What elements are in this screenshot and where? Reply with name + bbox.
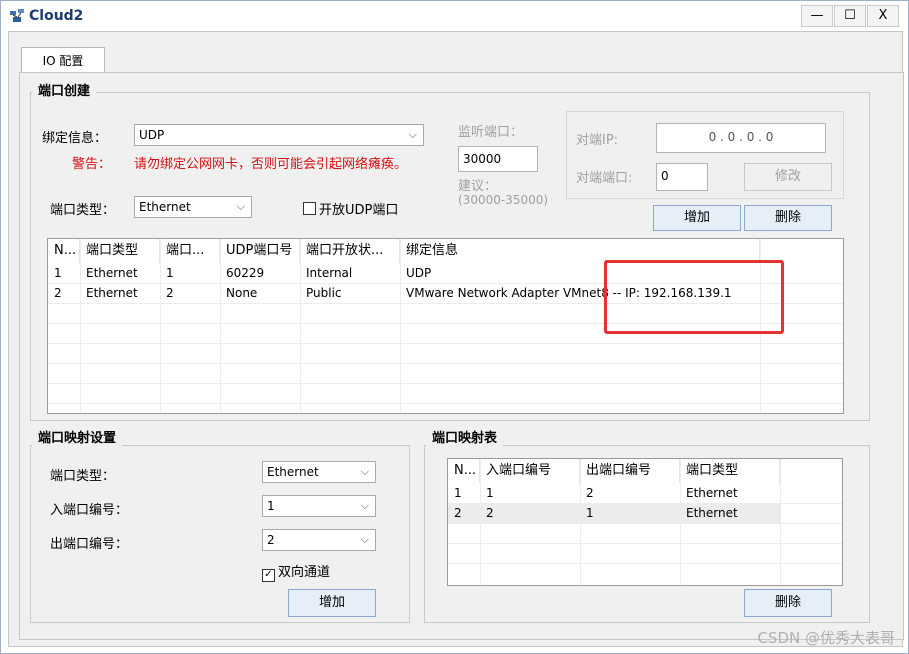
delete-mapping-button[interactable]: 删除 xyxy=(744,589,832,617)
close-button[interactable]: X xyxy=(867,5,899,27)
mapping-header-out-port[interactable]: 出端口编号 xyxy=(580,459,680,483)
checkmark-icon: ✓ xyxy=(262,569,275,582)
port-create-group-label: 端口创建 xyxy=(32,81,97,103)
suggest-label: 建议： xyxy=(458,179,498,194)
highlight-annotation-box xyxy=(604,260,784,334)
chevron-down-icon: ⌵ xyxy=(360,533,369,546)
open-udp-checkbox[interactable]: 开放UDP端口 xyxy=(303,199,398,218)
cell-no: 1 xyxy=(54,266,62,280)
grid-line xyxy=(48,363,843,364)
tab-io-config[interactable]: IO 配置 xyxy=(21,47,105,74)
grid-line xyxy=(48,403,843,404)
csdn-watermark: CSDN @优秀大表哥 xyxy=(757,629,895,647)
mapping-cell-in-port: 2 xyxy=(486,506,494,520)
out-port-label: 出端口编号： xyxy=(50,537,129,552)
grid-line xyxy=(48,343,843,344)
mapping-cell-no: 1 xyxy=(454,486,462,500)
port-mapping-settings-label: 端口映射设置 xyxy=(32,428,123,450)
peer-ip-label: 对端IP: xyxy=(576,133,619,148)
open-udp-label: 开放UDP端口 xyxy=(319,203,399,218)
cell-port-type: Ethernet xyxy=(86,286,138,300)
chevron-down-icon: ⌵ xyxy=(360,465,369,478)
delete-port-button[interactable]: 删除 xyxy=(744,205,832,231)
minimize-button[interactable]: — xyxy=(801,5,833,27)
bidirectional-label: 双向通道 xyxy=(278,565,331,580)
mapping-port-type-label: 端口类型： xyxy=(50,469,116,484)
out-port-value: 2 xyxy=(267,533,275,547)
table-header-port-type[interactable]: 端口类型 xyxy=(80,239,160,263)
peer-port-label: 对端端口: xyxy=(576,171,633,186)
grid-line xyxy=(448,563,842,564)
bidirectional-checkbox[interactable]: ✓ 双向通道 xyxy=(262,561,330,582)
cell-udp-port: None xyxy=(226,286,258,300)
peer-ip-input[interactable]: 0 . 0 . 0 . 0 xyxy=(656,123,826,153)
peer-port-input[interactable]: 0 xyxy=(656,163,708,191)
mapping-cell-in-port: 1 xyxy=(486,486,494,500)
mapping-cell-no: 2 xyxy=(454,506,462,520)
mapping-cell-port-type: Ethernet xyxy=(686,486,738,500)
add-port-button[interactable]: 增加 xyxy=(653,205,741,231)
suggest-range: (30000-35000) xyxy=(458,193,549,207)
mapping-cell-out-port: 1 xyxy=(586,506,594,520)
cell-udp-port: 60229 xyxy=(226,266,265,280)
checkbox-empty-icon xyxy=(303,202,316,215)
title-bar[interactable]: Cloud2 — ☐ X xyxy=(1,1,908,31)
port-type-select[interactable]: Ethernet ⌵ xyxy=(134,196,252,218)
mapping-port-type-select[interactable]: Ethernet ⌵ xyxy=(262,461,376,483)
port-mapping-table-label: 端口映射表 xyxy=(426,428,504,450)
table-header-udp-port[interactable]: UDP端口号 xyxy=(220,239,300,263)
grid-line xyxy=(48,383,843,384)
listen-port-label: 监听端口： xyxy=(458,125,524,140)
cell-no: 2 xyxy=(54,286,62,300)
mapping-port-type-value: Ethernet xyxy=(267,465,319,479)
table-header-no[interactable]: N... xyxy=(48,239,80,263)
add-mapping-button[interactable]: 增加 xyxy=(288,589,376,617)
maximize-button[interactable]: ☐ xyxy=(834,5,866,27)
cloud-window: Cloud2 — ☐ X IO 配置 端口创建 绑定信息： UDP ⌵ 警告： … xyxy=(0,0,909,654)
chevron-down-icon: ⌵ xyxy=(408,128,417,141)
bind-info-select[interactable]: UDP ⌵ xyxy=(134,124,424,146)
tab-page: 端口创建 绑定信息： UDP ⌵ 警告： 请勿绑定公网网卡，否则可能会引起网络瘫… xyxy=(19,72,904,640)
grid-line xyxy=(448,523,842,524)
warning-label: 警告： xyxy=(72,157,112,172)
mapping-header-no[interactable]: N... xyxy=(448,459,480,483)
chevron-down-icon: ⌵ xyxy=(360,499,369,512)
warning-text: 请勿绑定公网网卡，否则可能会引起网络瘫痪。 xyxy=(134,157,408,172)
cell-port-no: 1 xyxy=(166,266,174,280)
bind-info-value: UDP xyxy=(139,128,165,142)
table-header-open-status[interactable]: 端口开放状... xyxy=(300,239,400,263)
port-type-value: Ethernet xyxy=(139,200,191,214)
cloud-app-icon xyxy=(10,9,24,22)
grid-line xyxy=(780,459,781,585)
mapping-cell-port-type: Ethernet xyxy=(686,506,738,520)
listen-port-input[interactable]: 30000 xyxy=(458,146,538,172)
window-title: Cloud2 xyxy=(29,8,84,24)
mapping-header-port-type[interactable]: 端口类型 xyxy=(680,459,780,483)
client-area: IO 配置 端口创建 绑定信息： UDP ⌵ 警告： 请勿绑定公网网卡，否则可能… xyxy=(8,31,904,647)
cell-port-type: Ethernet xyxy=(86,266,138,280)
out-port-select[interactable]: 2 ⌵ xyxy=(262,529,376,551)
in-port-label: 入端口编号： xyxy=(50,503,129,518)
table-header-port-no[interactable]: 端口... xyxy=(160,239,220,263)
mapping-header-in-port[interactable]: 入端口编号 xyxy=(480,459,580,483)
cell-bind-info: UDP xyxy=(406,266,432,280)
in-port-select[interactable]: 1 ⌵ xyxy=(262,495,376,517)
cell-open-status: Public xyxy=(306,286,342,300)
in-port-value: 1 xyxy=(267,499,275,513)
bind-info-label: 绑定信息： xyxy=(42,131,108,146)
port-type-label: 端口类型： xyxy=(50,203,116,218)
mapping-cell-out-port: 2 xyxy=(586,486,594,500)
modify-button[interactable]: 修改 xyxy=(744,163,832,191)
cell-open-status: Internal xyxy=(306,266,353,280)
chevron-down-icon: ⌵ xyxy=(236,200,245,213)
cell-port-no: 2 xyxy=(166,286,174,300)
mapping-table: N... 入端口编号 出端口编号 端口类型 1 1 2 Ethernet 2 2… xyxy=(447,458,843,586)
grid-line xyxy=(448,543,842,544)
